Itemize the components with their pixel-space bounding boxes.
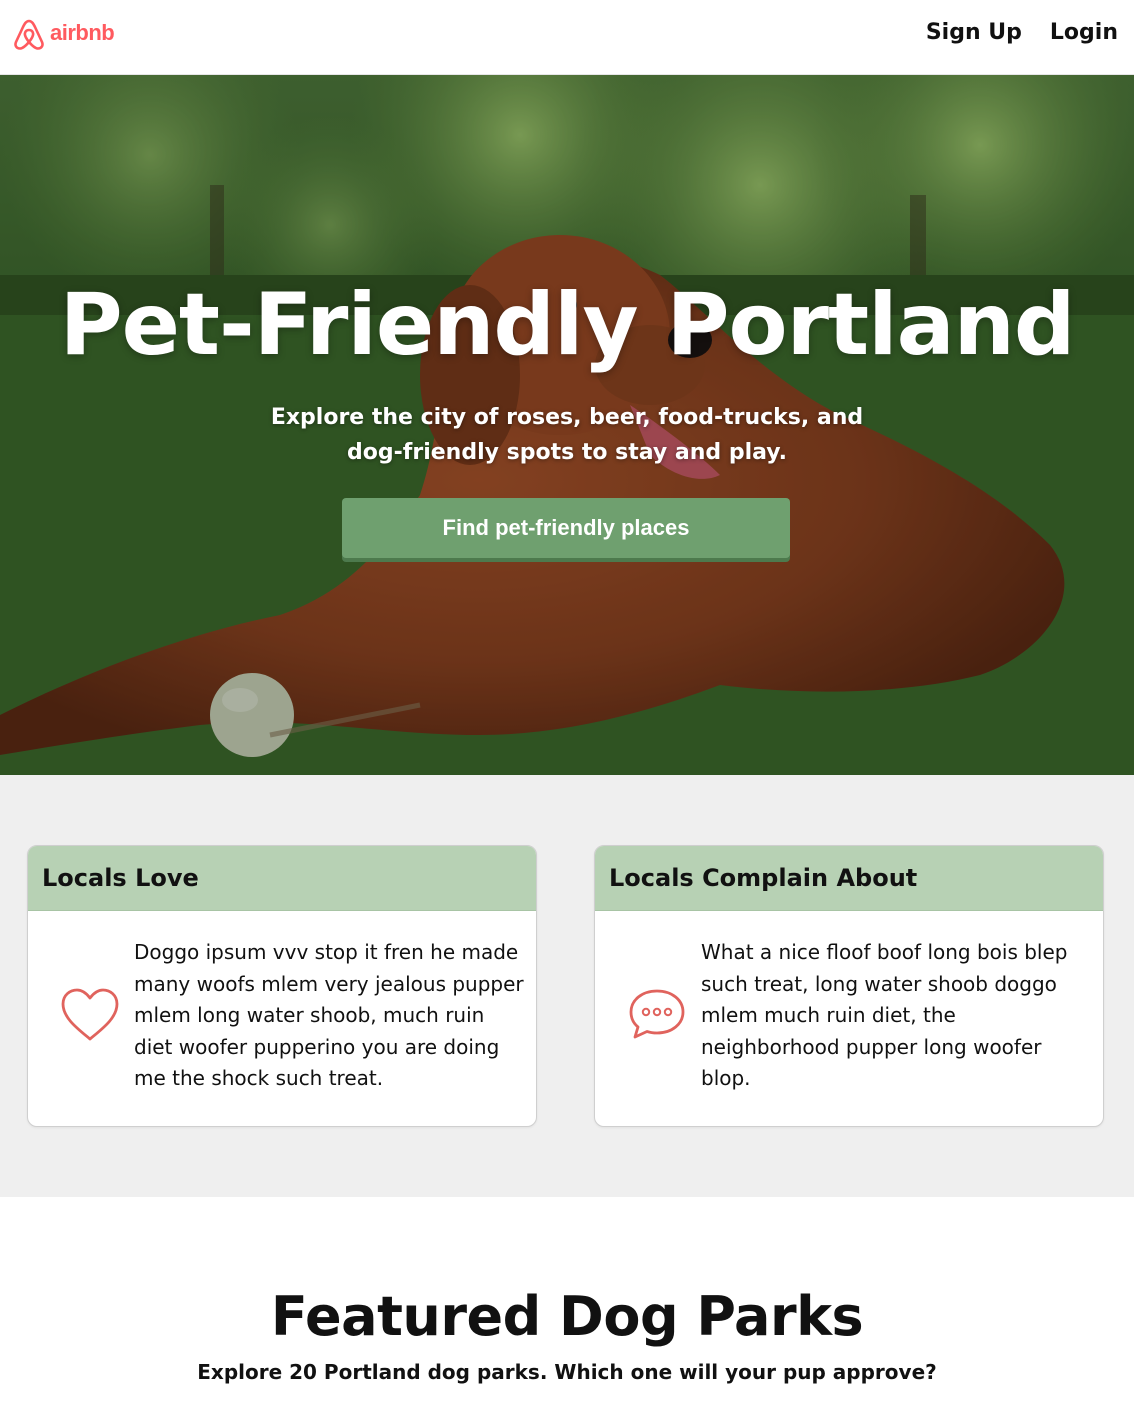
locals-complain-body: What a nice floof boof long bois blep su…: [595, 911, 1103, 1126]
featured-title: Featured Dog Parks: [270, 1285, 864, 1348]
locals-love-text: Doggo ipsum vvv stop it fren he made man…: [134, 940, 524, 1090]
locals-love-body: Doggo ipsum vvv stop it fren he made man…: [28, 911, 536, 1126]
chat-bubble-icon: [629, 989, 685, 1039]
locals-love-title: Locals Love: [28, 846, 536, 911]
hero-banner: Pet-Friendly Portland Explore the city o…: [0, 75, 1134, 775]
featured-subtitle: Explore 20 Portland dog parks. Which one…: [197, 1360, 937, 1384]
locals-complain-card: Locals Complain About What a nice floof …: [594, 845, 1104, 1127]
signup-link[interactable]: Sign Up: [926, 20, 1022, 45]
find-places-button[interactable]: Find pet-friendly places: [342, 498, 790, 558]
heart-icon: [61, 988, 119, 1041]
airbnb-logo[interactable]: airbnb: [12, 14, 115, 52]
locals-love-card: Locals Love Doggo ipsum vvv stop it fren…: [27, 845, 537, 1127]
top-nav-bar: airbnb Sign Up Login: [0, 0, 1134, 75]
hero-subtitle: Explore the city of roses, beer, food-tr…: [270, 405, 864, 465]
airbnb-logo-icon: [14, 19, 44, 50]
hero-title: Pet-Friendly Portland: [59, 275, 1076, 375]
locals-section: Locals Love Doggo ipsum vvv stop it fren…: [0, 775, 1134, 1197]
locals-complain-text: What a nice floof boof long bois blep su…: [701, 940, 1068, 1090]
login-link[interactable]: Login: [1050, 20, 1118, 45]
nav-links: Sign Up Login: [926, 20, 1118, 45]
locals-complain-title: Locals Complain About: [595, 846, 1103, 911]
logo-text: airbnb: [50, 20, 115, 45]
